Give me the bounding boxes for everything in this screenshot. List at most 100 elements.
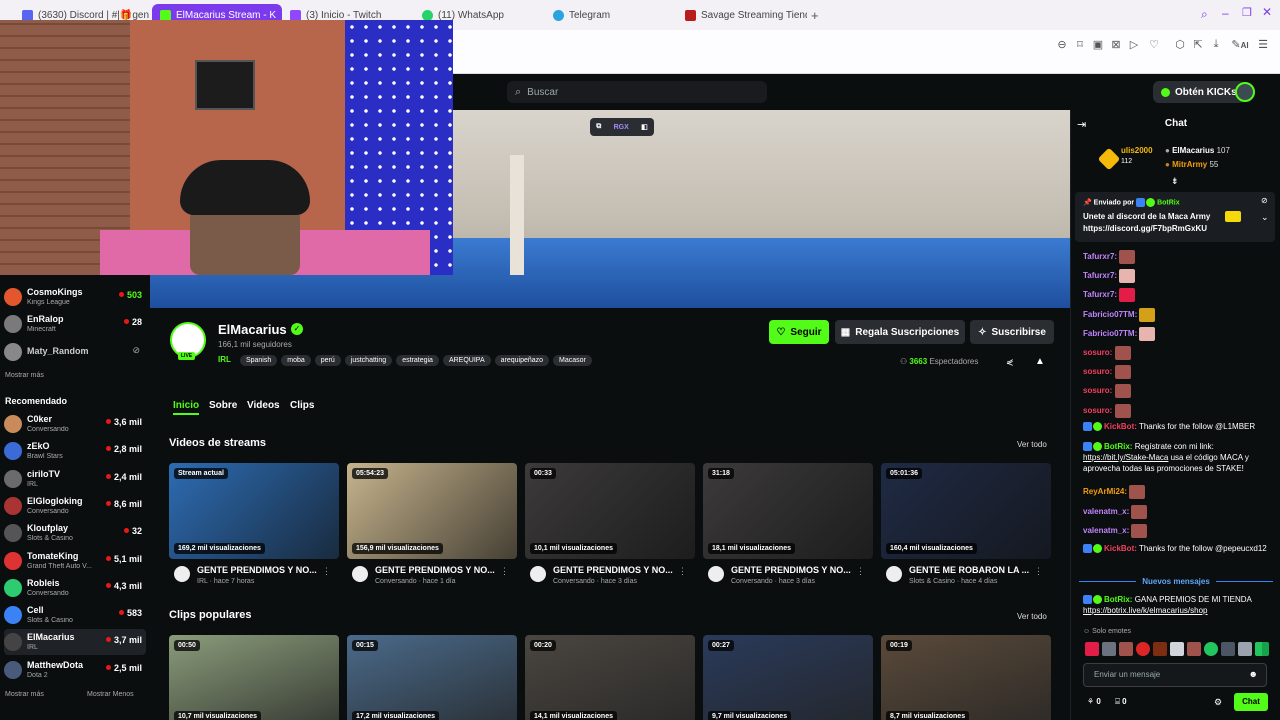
pinned-link[interactable]: https://discord.gg/F7bpRmGxKU <box>1083 224 1207 233</box>
emote[interactable] <box>1221 642 1235 656</box>
tab-inicio[interactable]: Inicio <box>173 400 199 411</box>
emote[interactable] <box>1238 642 1252 656</box>
chat-username[interactable]: KickBot: <box>1104 544 1137 553</box>
emote[interactable] <box>1119 642 1133 656</box>
stream-thumbnail[interactable]: 31:18 18,1 mil visualizaciones <box>703 463 873 559</box>
bookmark-icon[interactable]: ⌑ <box>1073 38 1087 51</box>
emote-quick-bar[interactable] <box>1085 642 1269 656</box>
tag[interactable]: estrategia <box>396 355 439 366</box>
tab-telegram[interactable]: Telegram <box>545 4 675 26</box>
tag[interactable]: Spanish <box>239 355 278 366</box>
tag[interactable]: perú <box>314 355 341 366</box>
sidebar-item-recommended[interactable]: ciriloTV IRL 2,4 mil <box>4 466 146 492</box>
chat-username[interactable]: sosuro: <box>1083 387 1112 396</box>
chat-username[interactable]: valenatm_x: <box>1083 526 1129 535</box>
search-tabs-icon[interactable]: ⌕ <box>1201 7 1208 22</box>
sidebar-item-recommended[interactable]: Cell Slots & Casino 583 <box>4 602 146 628</box>
send-chat-button[interactable]: Chat <box>1234 693 1268 711</box>
sidebar-item-recommended[interactable]: TomateKing Grand Theft Auto V... 5,1 mil <box>4 548 146 574</box>
leader-name[interactable]: ulis2000 <box>1121 146 1153 155</box>
chat-username[interactable]: ReyArMi24: <box>1083 487 1127 496</box>
see-all-clips-link[interactable]: Ver todo <box>1017 612 1047 621</box>
emote[interactable] <box>1153 642 1167 656</box>
tab-sobre[interactable]: Sobre <box>209 400 237 411</box>
chat-username[interactable]: Tafurxr7: <box>1083 252 1117 261</box>
sidebar-item-recommended[interactable]: C0ker Conversando 3,6 mil <box>4 411 146 437</box>
stream-thumbnail[interactable]: Stream actual 169,2 mil visualizaciones <box>169 463 339 559</box>
chat-input[interactable]: Enviar un mensaje ☻ <box>1083 663 1267 687</box>
search-input[interactable]: ⌕ Buscar <box>507 81 767 103</box>
sidebar-item-maty-random[interactable]: Maty_Random ⊘ <box>4 339 146 365</box>
new-messages-divider[interactable]: Nuevos mensajes <box>1079 577 1273 594</box>
emote[interactable] <box>1085 642 1099 656</box>
more-options-icon[interactable]: ⋮ <box>1034 566 1043 577</box>
sidebar-item-enralop[interactable]: EnRalop Minecraft 28 <box>4 311 146 337</box>
pip-icon[interactable]: ⧉ <box>596 123 601 131</box>
tag[interactable]: arequipeñazo <box>494 355 550 366</box>
follow-button[interactable]: ♡ Seguir <box>769 320 829 344</box>
chat-username[interactable]: Tafurxr7: <box>1083 271 1117 280</box>
emote[interactable] <box>1187 642 1201 656</box>
theater-icon[interactable]: ◧ <box>641 123 648 131</box>
leader-row[interactable]: ● MitrArmy 55 <box>1165 160 1218 169</box>
tag[interactable]: justchatting <box>344 355 393 366</box>
settings-gear-icon[interactable]: ⚙ <box>1214 697 1222 708</box>
chat-username[interactable]: BotRix: <box>1104 595 1132 604</box>
video-overlay-controls[interactable]: ⧉ RGX ◧ <box>590 118 654 136</box>
zoom-icon[interactable]: ⊖ <box>1055 38 1069 51</box>
ai-button[interactable]: ✎AI <box>1229 38 1251 51</box>
stream-info[interactable]: GENTE PRENDIMOS Y NO... Conversando · hac… <box>525 564 695 592</box>
show-more-link[interactable]: Mostrar más <box>5 691 44 698</box>
sidebar-item-recommended[interactable]: Robleis Conversando 4,3 mil <box>4 575 146 601</box>
stream-info[interactable]: GENTE ME ROBARON LA ... Slots & Casino · … <box>881 564 1051 592</box>
tab-videos[interactable]: Videos <box>247 400 280 411</box>
play-icon[interactable]: ▷ <box>1127 38 1141 51</box>
emote[interactable] <box>1102 642 1116 656</box>
chat-username[interactable]: KickBot: <box>1104 422 1137 431</box>
sidebar-item-recommended[interactable]: Kloufplay Slots & Casino 32 <box>4 520 146 546</box>
more-options-icon[interactable]: ⋮ <box>500 566 509 577</box>
chevron-down-icon[interactable]: ⌄ <box>1261 212 1269 223</box>
stream-thumbnail[interactable]: 05:54:23 156,9 mil visualizaciones <box>347 463 517 559</box>
tab-savage[interactable]: Savage Streaming Tienda <box>677 4 807 26</box>
chat-username[interactable]: BotRix: <box>1104 442 1132 451</box>
user-avatar[interactable] <box>1235 82 1255 102</box>
leader-row[interactable]: ● ElMacarius 107 <box>1165 146 1230 155</box>
minimize-icon[interactable]: – <box>1222 6 1229 20</box>
pinned-message[interactable]: 📌 Enviado por BotRix Unete al discord de… <box>1075 192 1275 242</box>
chat-username[interactable]: sosuro: <box>1083 348 1112 357</box>
stream-thumbnail[interactable]: 00:33 10,1 mil visualizaciones <box>525 463 695 559</box>
unpin-icon[interactable]: ⊘ <box>1261 196 1268 205</box>
emote[interactable] <box>1136 642 1150 656</box>
chat-link[interactable]: https://bit.ly/Stake-Maca <box>1083 453 1168 462</box>
sidebar-item-recommended[interactable]: ElMacarius IRL 3,7 mil <box>4 629 146 656</box>
stream-info[interactable]: GENTE PRENDIMOS Y NO... Conversando · hac… <box>347 564 517 592</box>
chat-link[interactable]: https://botrix.live/k/elmacarius/shop <box>1083 606 1208 615</box>
emote[interactable] <box>1255 642 1269 656</box>
chat-username[interactable]: Tafurxr7: <box>1083 291 1117 300</box>
close-icon[interactable]: ⊠ <box>1109 38 1123 51</box>
stream-info[interactable]: GENTE PRENDIMOS Y NO... Conversando · hac… <box>703 564 873 592</box>
clip-thumbnail[interactable]: 00:50 10,7 mil visualizaciones <box>169 635 339 720</box>
show-more-link[interactable]: Mostrar más <box>5 372 44 379</box>
heart-icon[interactable]: ♡ <box>1147 38 1161 51</box>
emote-picker-icon[interactable]: ☻ <box>1249 669 1258 679</box>
chat-username[interactable]: Fabricio07TM: <box>1083 329 1137 338</box>
clip-thumbnail[interactable]: 00:15 17,2 mil visualizaciones <box>347 635 517 720</box>
stream-info[interactable]: GENTE PRENDIMOS Y NO... IRL · hace 7 hora… <box>169 564 339 592</box>
expand-leaderboard-icon[interactable]: ⇟ <box>1171 176 1179 187</box>
tag[interactable]: moba <box>281 355 311 366</box>
more-options-icon[interactable]: ⋮ <box>678 566 687 577</box>
extensions-icon[interactable]: ⬡ <box>1173 38 1187 51</box>
tag[interactable]: Macasor <box>553 355 592 366</box>
stream-thumbnail[interactable]: 05:01:36 160,4 mil visualizaciones <box>881 463 1051 559</box>
report-icon[interactable]: ▲ <box>1035 356 1045 367</box>
menu-icon[interactable]: ☰ <box>1256 38 1270 51</box>
emote[interactable] <box>1204 642 1218 656</box>
new-tab-button[interactable]: + <box>811 8 819 23</box>
show-less-link[interactable]: Mostrar Menos <box>87 691 134 698</box>
subscribe-button[interactable]: ✧ Suscribirse <box>970 320 1054 344</box>
sidebar-item-cosmokings[interactable]: CosmoKings Kings League 503 <box>4 284 146 310</box>
close-icon[interactable]: ✕ <box>1262 5 1272 19</box>
category-link[interactable]: IRL <box>218 355 231 364</box>
